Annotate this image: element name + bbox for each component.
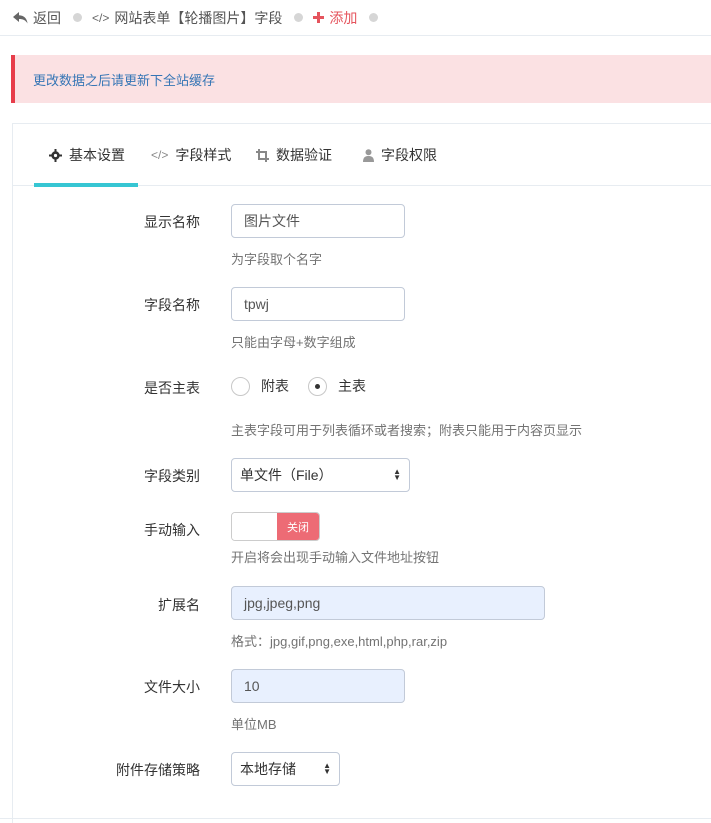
field-name-label: 字段名称	[144, 297, 200, 313]
switch-off-label: 关闭	[277, 513, 319, 540]
tab-field-style[interactable]: </> 字段样式	[151, 124, 231, 186]
back-link[interactable]: 返回	[13, 8, 61, 28]
field-type-label: 字段类别	[144, 468, 200, 484]
user-icon	[363, 148, 374, 162]
select-arrows-icon: ▲ ▼	[323, 761, 331, 776]
extension-value: jpg,jpeg,png	[244, 595, 321, 611]
code-icon: </>	[151, 148, 169, 162]
tab-label: 字段样式	[175, 147, 232, 163]
manual-input-help: 开启将会出现手动输入文件地址按钮	[231, 550, 440, 565]
gear-icon	[49, 148, 62, 162]
manual-input-label: 手动输入	[144, 522, 200, 538]
radio-main-table[interactable]	[308, 376, 327, 396]
extension-input[interactable]: jpg,jpeg,png	[231, 586, 545, 620]
manual-input-switch[interactable]: 关闭	[231, 512, 320, 541]
tab-label: 数据验证	[276, 147, 332, 163]
add-label: 添加	[329, 9, 358, 26]
tab-field-permissions[interactable]: 字段权限	[363, 124, 437, 186]
breadcrumb-separator	[73, 13, 82, 22]
tab-label: 字段权限	[381, 147, 437, 163]
field-name-input[interactable]: tpwj	[231, 287, 405, 321]
main-table-label: 是否主表	[144, 380, 200, 396]
display-name-value: 图片文件	[244, 213, 300, 229]
select-arrows-icon: ▲ ▼	[393, 467, 401, 482]
switch-knob	[232, 513, 277, 540]
main-table-radio-group: 附表 主表	[231, 376, 385, 396]
breadcrumb-page-label: 网站表单【轮播图片】字段	[114, 9, 283, 26]
storage-value: 本地存储	[240, 761, 296, 777]
tab-bar: 基本设置 </> 字段样式 数据验证 字段权限	[13, 124, 711, 187]
radio-sub-table[interactable]	[231, 376, 250, 396]
extension-label: 扩展名	[158, 597, 200, 613]
radio-main-table-label: 主表	[338, 378, 366, 394]
extension-help: 格式：jpg,gif,png,exe,html,php,rar,zip	[231, 634, 448, 649]
tab-data-validation[interactable]: 数据验证	[256, 124, 332, 186]
back-label: 返回	[33, 9, 61, 26]
storage-label: 附件存储策略	[116, 762, 200, 778]
breadcrumb-current[interactable]: </> 网站表单【轮播图片】字段	[92, 8, 282, 28]
alert-text: 更改数据之后请更新下全站缓存	[33, 72, 216, 88]
file-size-input[interactable]: 10	[231, 669, 405, 703]
file-size-value: 10	[244, 678, 260, 694]
cache-alert: 更改数据之后请更新下全站缓存	[11, 55, 711, 103]
plus-icon	[313, 12, 325, 23]
crop-icon	[256, 148, 269, 162]
display-name-help: 为字段取个名字	[231, 252, 323, 267]
field-type-value: 单文件（File）	[240, 467, 333, 483]
code-icon: </>	[92, 10, 110, 25]
breadcrumb: 返回 </> 网站表单【轮播图片】字段 添加	[0, 0, 711, 36]
field-type-select[interactable]: 单文件（File） ▲ ▼	[231, 458, 410, 492]
tab-label: 基本设置	[69, 147, 125, 163]
breadcrumb-separator	[294, 13, 304, 22]
panel-bottom-border	[0, 818, 711, 819]
field-name-value: tpwj	[244, 296, 269, 312]
main-table-help: 主表字段可用于列表循环或者搜索；附表只能用于内容页显示	[231, 423, 583, 438]
display-name-label: 显示名称	[144, 214, 200, 230]
radio-selected-dot	[315, 383, 320, 389]
field-name-help: 只能由字母+数字组成	[231, 335, 356, 350]
file-size-label: 文件大小	[144, 679, 200, 695]
breadcrumb-separator	[369, 13, 379, 22]
display-name-input[interactable]: 图片文件	[231, 204, 405, 238]
reply-icon	[13, 11, 28, 24]
storage-select[interactable]: 本地存储 ▲ ▼	[231, 752, 340, 786]
tab-basic-settings[interactable]: 基本设置	[34, 124, 138, 187]
add-link[interactable]: 添加	[313, 8, 357, 28]
radio-sub-table-label: 附表	[261, 378, 289, 394]
file-size-help: 单位MB	[231, 717, 277, 732]
